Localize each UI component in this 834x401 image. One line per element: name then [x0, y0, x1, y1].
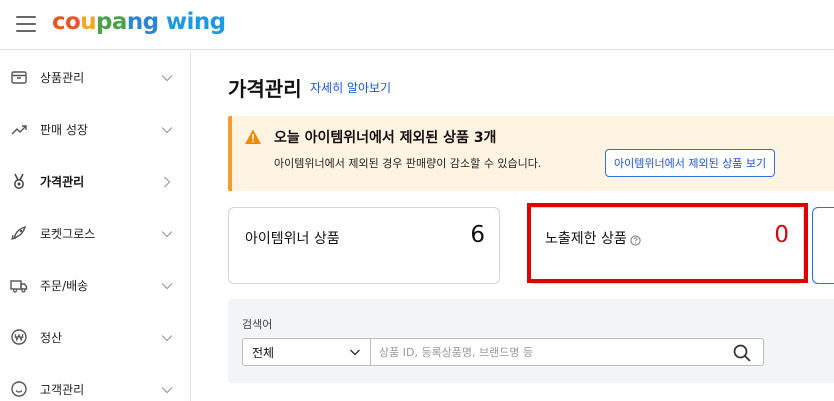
card-label-text: 노출제한 상품 — [545, 231, 627, 247]
card-count: 0 — [774, 222, 789, 248]
page-title: 가격관리 — [228, 77, 302, 101]
chevron-down-icon — [160, 226, 174, 240]
sidebar-item-price-management[interactable]: 가격관리 — [0, 155, 190, 207]
sidebar-item-customer-management[interactable]: 고객관리 — [0, 363, 190, 401]
exposure-restricted-products-card[interactable]: 노출제한 상품 0 — [528, 207, 804, 284]
chevron-down-icon — [160, 330, 174, 344]
chevron-down-icon — [160, 278, 174, 292]
smile-icon — [9, 379, 29, 399]
chevron-down-icon — [160, 70, 174, 84]
alert-title: 오늘 아이템위너에서 제외된 상품 3개 — [274, 130, 497, 146]
logo-part: u — [80, 9, 97, 35]
sidebar-item-label: 정산 — [40, 330, 63, 345]
warning-icon — [244, 128, 262, 146]
search-icon[interactable] — [732, 343, 752, 363]
chevron-right-icon — [160, 174, 174, 188]
logo-part — [158, 9, 165, 35]
chevron-down-icon — [349, 346, 361, 358]
search-input[interactable] — [370, 338, 764, 366]
main-content: 가격관리 자세히 알아보기 오늘 아이템위너에서 제외된 상품 3개 아이템위너… — [192, 51, 834, 401]
truck-icon — [9, 275, 29, 295]
coupang-wing-logo[interactable]: coupang wing — [52, 9, 226, 35]
chevron-down-icon — [160, 122, 174, 136]
sidebar-item-product-management[interactable]: 상품관리 — [0, 51, 190, 103]
medal-icon — [9, 171, 29, 191]
card-count: 6 — [470, 222, 485, 248]
logo-part: wing — [165, 9, 226, 35]
logo-part: co — [52, 9, 81, 35]
sidebar-item-rocket-growth[interactable]: 로켓그로스 — [0, 207, 190, 259]
sidebar-item-label: 로켓그로스 — [40, 226, 96, 241]
search-panel: 검색어 전체 — [228, 299, 834, 383]
box-icon — [9, 67, 29, 87]
help-icon[interactable] — [630, 234, 641, 246]
top-header: coupang wing — [0, 0, 834, 50]
won-icon — [9, 327, 29, 347]
chevron-down-icon — [160, 382, 174, 396]
sidebar-item-sales-growth[interactable]: 판매 성장 — [0, 103, 190, 155]
card-label: 노출제한 상품 — [545, 228, 641, 248]
sidebar-item-label: 상품관리 — [40, 70, 85, 85]
sidebar: 상품관리 판매 성장 가격관리 로켓그로스 주문/배송 정산 고객관리 — [0, 51, 191, 401]
view-excluded-products-button[interactable]: 아이템위너에서 제외된 상품 보기 — [605, 149, 776, 177]
select-value: 전체 — [252, 345, 275, 360]
trend-icon — [9, 119, 29, 139]
next-stat-card[interactable] — [812, 207, 834, 284]
itemwinner-alert-banner: 오늘 아이템위너에서 제외된 상품 3개 아이템위너에서 제외된 경우 판매량이… — [228, 116, 834, 191]
sidebar-item-label: 주문/배송 — [40, 278, 89, 293]
logo-part: pa — [96, 9, 127, 35]
rocket-icon — [9, 223, 29, 243]
sidebar-item-label: 고객관리 — [40, 382, 85, 397]
search-label: 검색어 — [242, 318, 273, 331]
sidebar-item-label: 판매 성장 — [40, 122, 88, 137]
search-scope-select[interactable]: 전체 — [242, 338, 371, 366]
itemwinner-products-card[interactable]: 아이템위너 상품 6 — [228, 207, 500, 284]
menu-icon[interactable] — [16, 16, 36, 32]
logo-part: ng — [126, 9, 159, 35]
sidebar-item-order-shipping[interactable]: 주문/배송 — [0, 259, 190, 311]
card-label: 아이템위너 상품 — [245, 231, 340, 247]
alert-description: 아이템위너에서 제외된 경우 판매량이 감소할 수 있습니다. — [274, 157, 542, 170]
sidebar-item-settlement[interactable]: 정산 — [0, 311, 190, 363]
learn-more-link[interactable]: 자세히 알아보기 — [310, 79, 391, 96]
sidebar-item-label: 가격관리 — [40, 174, 85, 189]
